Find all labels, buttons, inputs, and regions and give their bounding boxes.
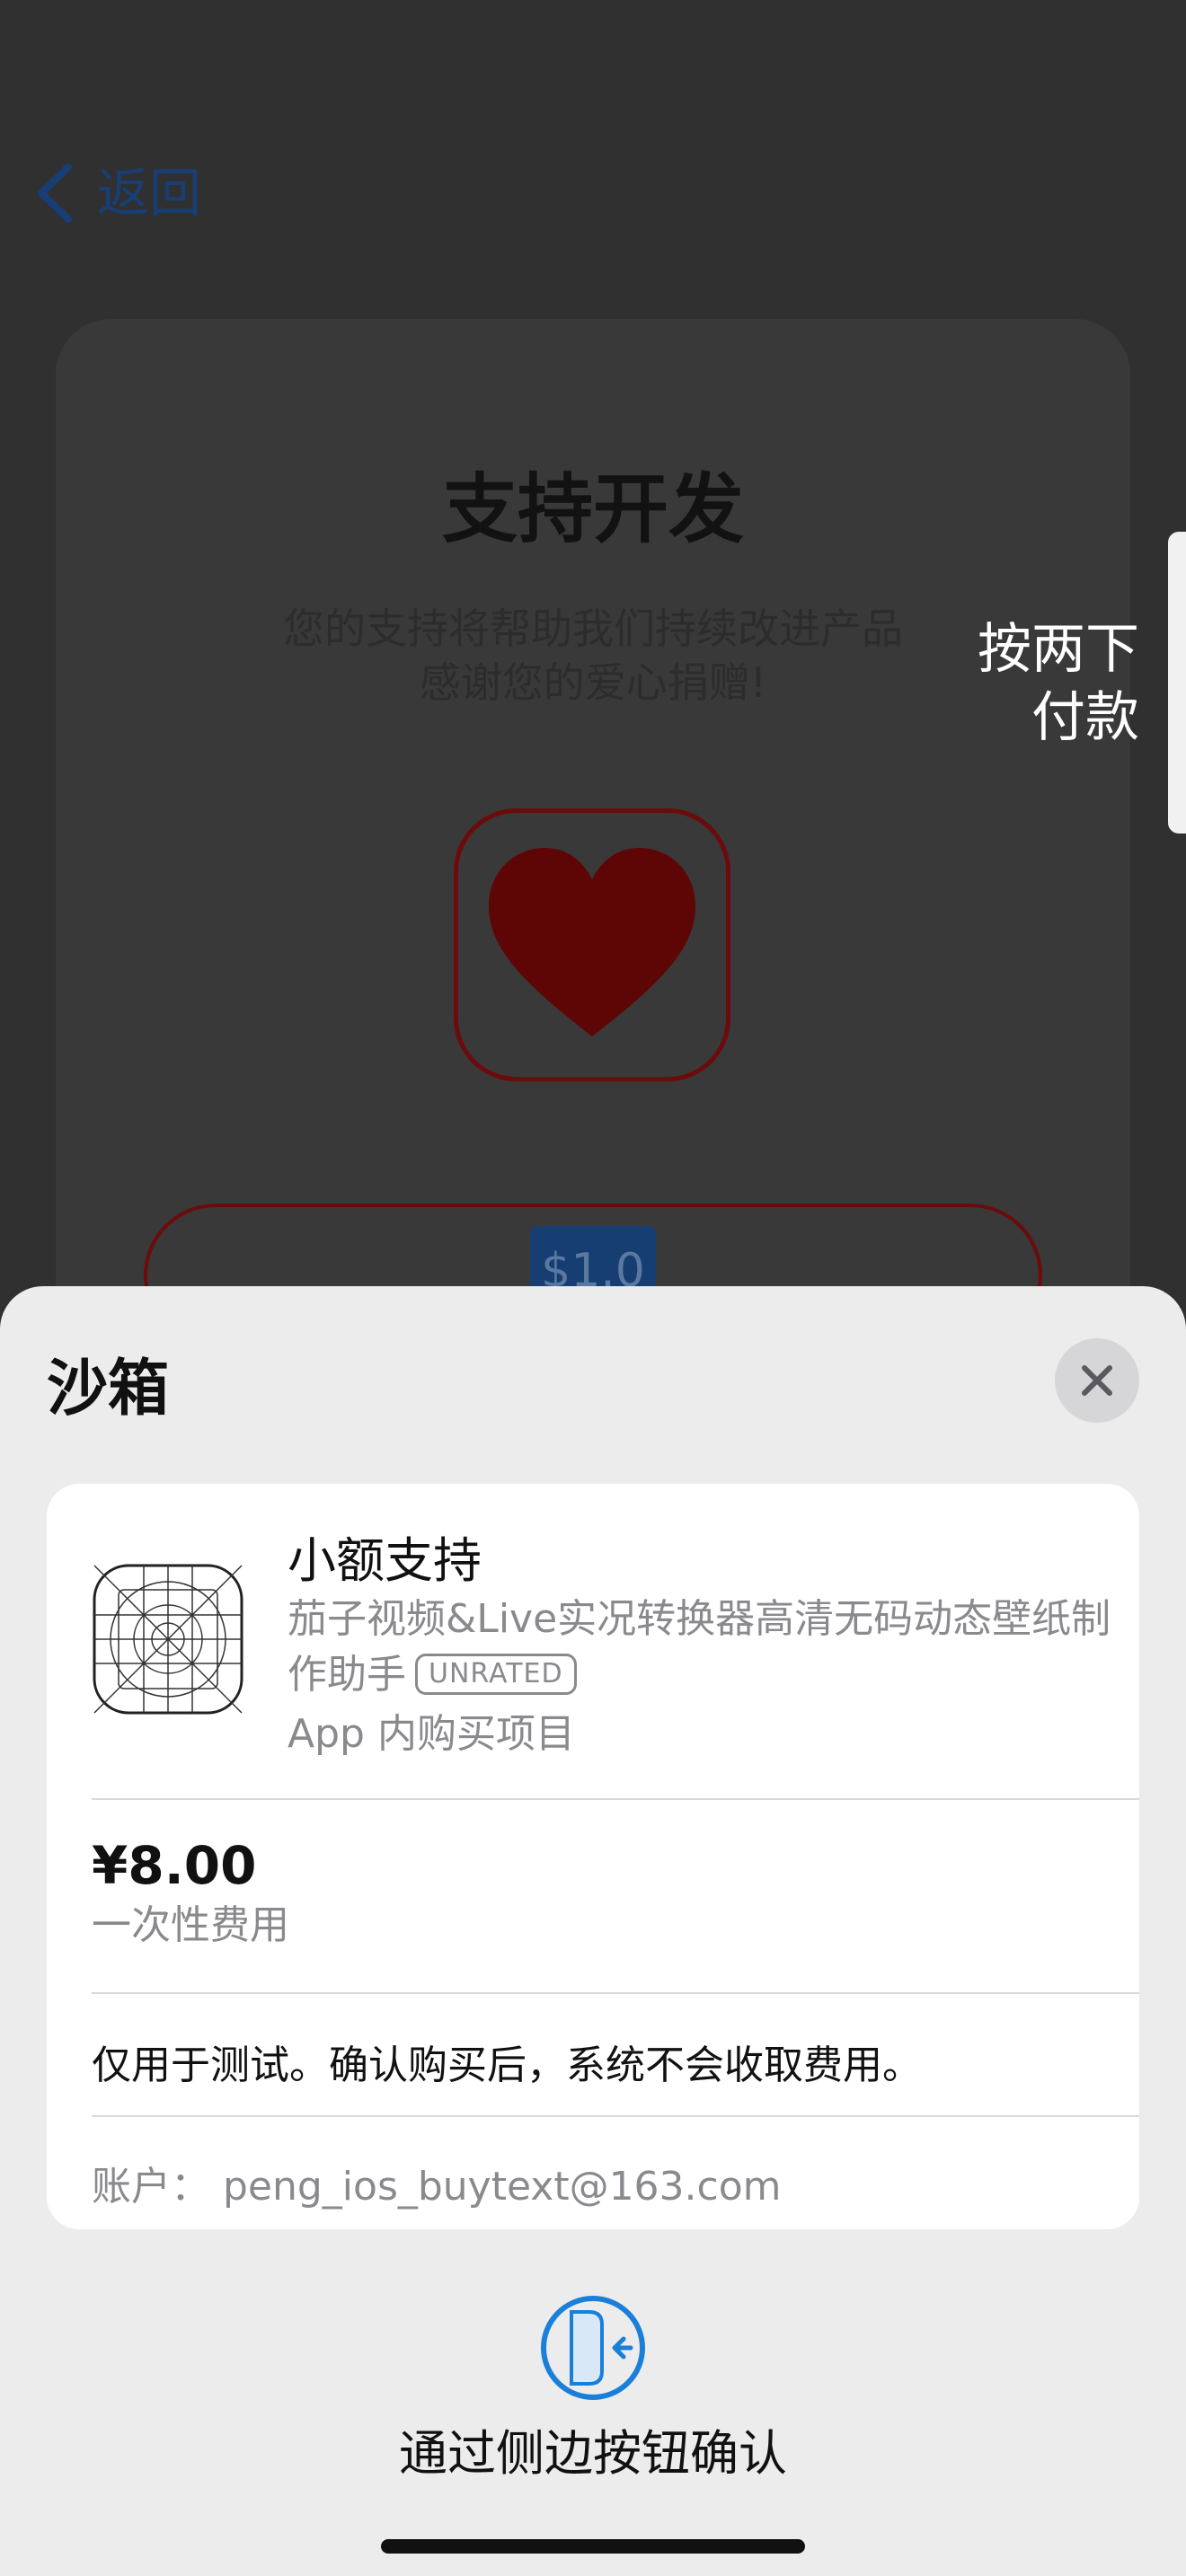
account-line: 账户： peng_ios_buytext@163.com xyxy=(92,2164,782,2210)
double-click-hint: 按两下 付款 xyxy=(978,615,1139,752)
product-app-name: 茄子视频&Live实况转换器高清无码动态壁纸制作助手 UNRATED xyxy=(288,1592,1114,1703)
chevron-left-icon xyxy=(38,163,72,223)
double-click-hint-line-2: 付款 xyxy=(1031,686,1139,749)
divider xyxy=(92,1798,1139,1800)
home-indicator xyxy=(381,2539,805,2554)
back-button[interactable]: 返回 xyxy=(34,162,201,225)
product-info-card: 小额支持 茄子视频&Live实况转换器高清无码动态壁纸制作助手 UNRATED A… xyxy=(47,1484,1139,2229)
back-label: 返回 xyxy=(97,163,202,224)
confirm-instruction: 通过侧边按钮确认 xyxy=(399,2425,787,2482)
divider xyxy=(92,1992,1139,1994)
double-click-hint-line-1: 按两下 xyxy=(978,618,1139,681)
price: ¥8.00 xyxy=(92,1835,257,1896)
divider xyxy=(92,2115,1139,2117)
sheet-title: 沙箱 xyxy=(47,1354,170,1425)
side-button-icon xyxy=(539,2294,647,2402)
product-name: 小额支持 xyxy=(288,1532,482,1589)
purchase-sheet: 沙箱 小额支持 茄子视频&Live实况转换器高清无码动态壁纸制作助手 UNRAT… xyxy=(0,1286,1186,2576)
product-type: App 内购买项目 xyxy=(288,1711,575,1757)
product-app-name-text: 茄子视频&Live实况转换器高清无码动态壁纸制作助手 xyxy=(288,1596,1111,1698)
heart-icon xyxy=(489,848,695,1037)
support-title: 支持开发 xyxy=(441,465,744,553)
test-note: 仅用于测试。确认购买后，系统不会收取费用。 xyxy=(92,2042,922,2088)
price-note: 一次性费用 xyxy=(92,1902,289,1948)
heart-icon-frame xyxy=(454,808,730,1081)
rating-badge: UNRATED xyxy=(415,1654,577,1695)
close-button[interactable] xyxy=(1055,1338,1139,1423)
app-placeholder-icon xyxy=(92,1563,244,1716)
side-button-indicator xyxy=(1168,532,1186,834)
close-icon xyxy=(1082,1365,1112,1396)
